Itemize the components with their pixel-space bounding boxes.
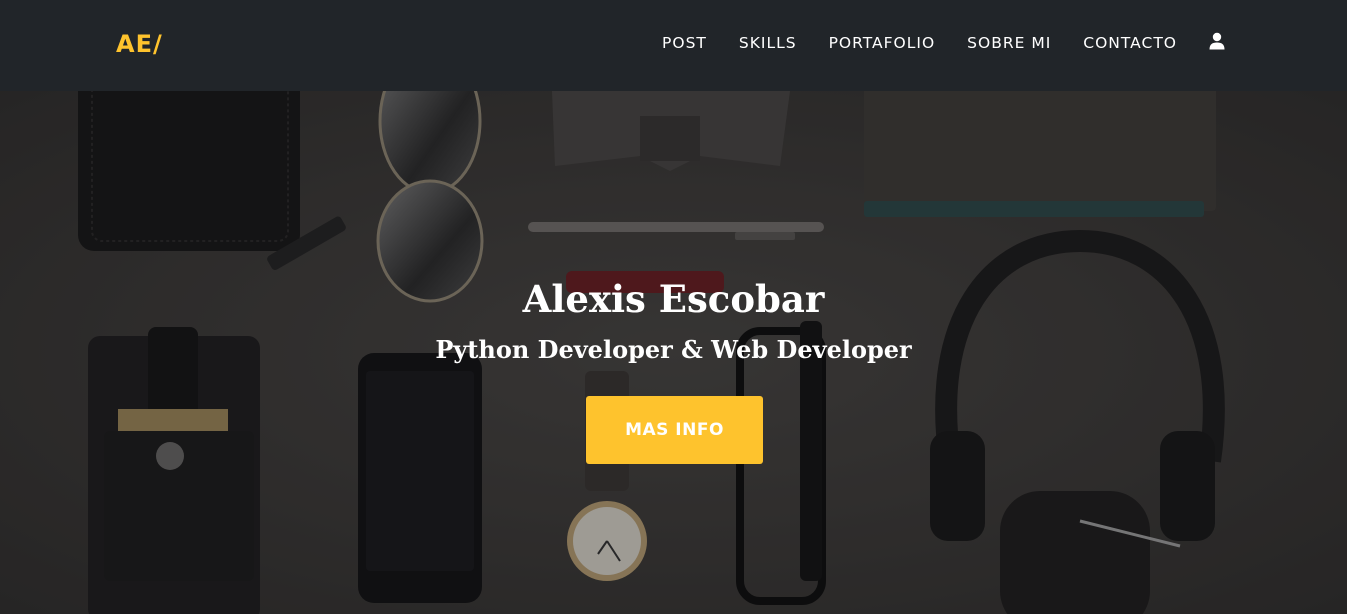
nav-link-sobre-mi[interactable]: SOBRE MI — [967, 34, 1051, 52]
navbar: AE/ POST SKILLS PORTAFOLIO SOBRE MI CONT… — [0, 0, 1347, 91]
nav-link-skills[interactable]: SKILLS — [739, 34, 797, 52]
nav-link-post[interactable]: POST — [662, 34, 707, 52]
hero-subtitle: Python Developer & Web Developer — [435, 335, 912, 364]
brand-logo[interactable]: AE/ — [116, 30, 163, 58]
nav-link-portafolio[interactable]: PORTAFOLIO — [829, 34, 936, 52]
hero-title: Alexis Escobar — [522, 277, 825, 321]
user-icon[interactable] — [1209, 32, 1225, 50]
nav-links: POST SKILLS PORTAFOLIO SOBRE MI CONTACTO — [630, 32, 1225, 52]
nav-link-contacto[interactable]: CONTACTO — [1083, 34, 1177, 52]
mas-info-button[interactable]: MAS INFO — [586, 396, 763, 464]
hero-section: Alexis Escobar Python Developer & Web De… — [0, 91, 1347, 614]
